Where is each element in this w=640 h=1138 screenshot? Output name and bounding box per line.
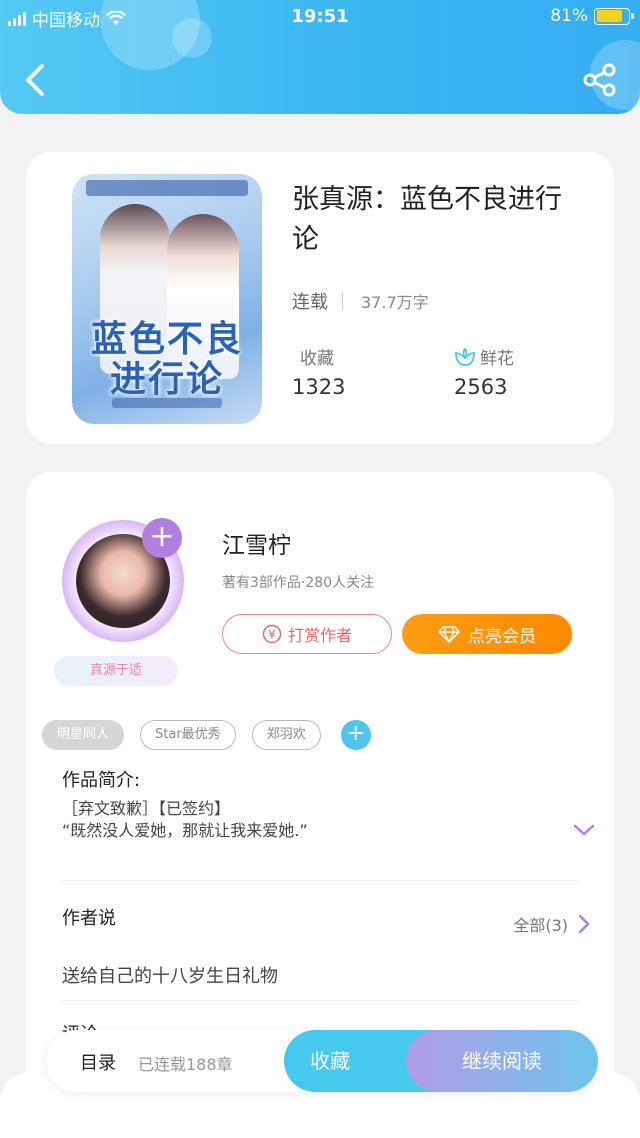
chevron-down-icon[interactable] — [572, 822, 596, 838]
author-says-heading: 作者说 — [62, 908, 116, 929]
battery-icon — [594, 7, 634, 25]
author-info: 著有3部作品·280人关注 — [222, 575, 375, 591]
book-info-card: 蓝色不良 进行论 张真源：蓝色不良进行论 连载 37.7万字 收藏 1323 鲜花… — [26, 152, 614, 444]
yen-coin-icon: ¥ — [262, 624, 282, 644]
cover-banner — [86, 180, 248, 196]
author-says-text[interactable]: 送给自己的十八岁生日礼物 — [62, 962, 278, 988]
continue-reading-button[interactable]: 继续阅读 — [406, 1030, 598, 1092]
top-header: 中国移动 19:51 81% — [0, 0, 640, 114]
add-tag-button[interactable]: + — [340, 720, 371, 750]
vip-button[interactable]: 点亮会员 — [402, 614, 572, 654]
tag-item[interactable]: Star最优秀 — [140, 720, 236, 750]
toc-button[interactable]: 目录 — [80, 1049, 116, 1075]
flower-label-row: 鲜花 — [454, 344, 514, 369]
tag-item[interactable]: 郑羽欢 — [251, 720, 321, 750]
word-count: 37.7万字 — [361, 293, 429, 312]
diamond-icon — [438, 626, 460, 643]
svg-text:¥: ¥ — [268, 628, 276, 642]
share-icon[interactable] — [582, 62, 618, 98]
intro-heading: 作品简介: — [62, 770, 141, 791]
book-status: 连载 — [292, 292, 328, 313]
cover-footer — [112, 398, 222, 408]
intro-line: ［弃文致歉］【已签约】 — [62, 799, 231, 818]
divider — [62, 880, 578, 881]
battery-percent: 81% — [550, 6, 588, 26]
author-says-all-link[interactable]: 全部(3) — [513, 912, 590, 936]
collect-count: 1323 — [292, 375, 346, 399]
intro-line: “既然没人爱她，那就让我来爱她.” — [62, 821, 308, 840]
reward-author-button[interactable]: ¥ 打赏作者 — [222, 614, 392, 654]
author-name[interactable]: 江雪柠 — [222, 526, 291, 560]
clock: 19:51 — [291, 6, 349, 27]
collect-stat: 收藏 1323 — [292, 344, 345, 399]
chevron-left-icon[interactable] — [20, 60, 50, 100]
cover-title-art: 蓝色不良 进行论 — [90, 318, 243, 400]
flower-stat: 鲜花 2563 — [454, 344, 514, 399]
divider — [62, 1000, 578, 1001]
chapter-count: 已连载188章 — [138, 1055, 233, 1074]
author-badge: 真源于适 — [54, 656, 178, 686]
all-label: 全部(3) — [513, 916, 568, 935]
reward-label: 打赏作者 — [287, 626, 352, 645]
collect-label: 收藏 — [300, 349, 334, 369]
intro-text: ［弃文致歉］【已签约】 “既然没人爱她，那就让我来爱她.” — [62, 798, 308, 842]
flower-count: 2563 — [454, 375, 508, 399]
divider — [342, 292, 343, 310]
flower-label: 鲜花 — [480, 349, 514, 369]
tag-list: 明星同人 Star最优秀 郑羽欢 + — [42, 720, 371, 750]
status-bar: 中国移动 19:51 81% — [0, 0, 640, 34]
book-title: 张真源：蓝色不良进行论 — [292, 184, 562, 255]
tag-item[interactable]: 明星同人 — [42, 720, 125, 750]
flower-icon — [455, 347, 475, 366]
follow-plus-icon[interactable]: + — [142, 518, 182, 558]
vip-label: 点亮会员 — [468, 626, 536, 647]
chevron-right-icon — [578, 914, 590, 934]
bottom-action-bar: 目录 已连载188章 收藏 继续阅读 — [46, 1030, 598, 1092]
book-meta: 连载 37.7万字 — [292, 288, 429, 314]
author-avatar-wrap[interactable]: + 真源于适 — [54, 494, 194, 686]
book-cover[interactable]: 蓝色不良 进行论 — [72, 174, 262, 424]
